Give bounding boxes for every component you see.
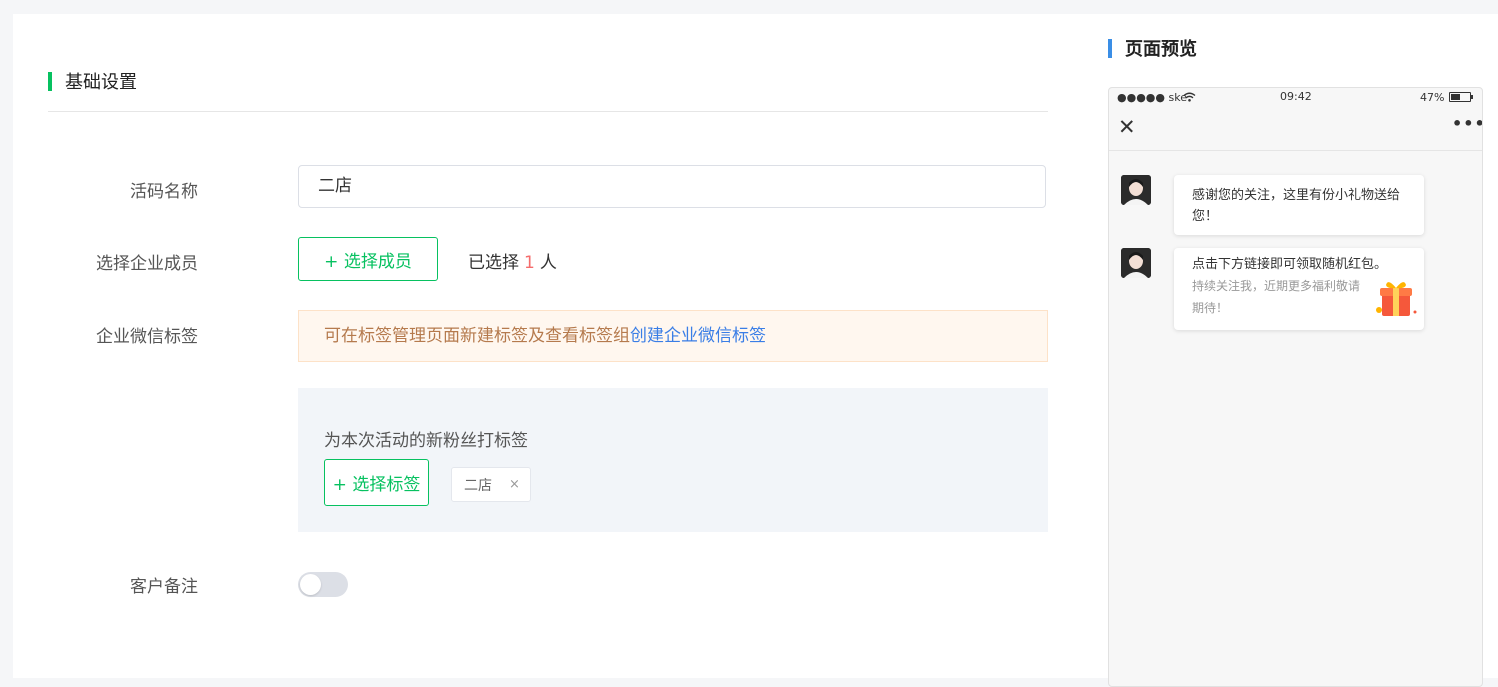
remark-toggle[interactable] [298,572,348,597]
notice-text: 可在标签管理页面新建标签及查看标签组 [324,326,630,346]
select-tag-button[interactable]: + 选择标签 [324,459,429,506]
preview-title: 页面预览 [1125,39,1197,60]
status-time: 09:42 [1280,90,1312,103]
message-bubble: 感谢您的关注，这里有份小礼物送给您！ [1174,175,1424,235]
preview-accent-bar [1108,38,1112,58]
carrier-label: ●●●●● ske [1117,91,1187,104]
tag-chip: 二店 × [451,467,531,502]
phone-preview: ●●●●● ske 09:42 47% ✕ ••• 感谢您的关注，这里有份小礼物… [1108,87,1483,687]
tag-chip-label: 二店 [464,477,492,494]
selected-count-text: 已选择 1 人 [468,248,557,273]
tag-label: 企业微信标签 [96,327,198,347]
link-message-bubble[interactable]: 点击下方链接即可领取随机红包。 持续关注我，近期更多福利敬请期待！ [1174,248,1424,330]
toggle-knob [300,574,321,595]
preview-header: 页面预览 [1108,37,1197,60]
wifi-icon [1183,92,1196,102]
status-bar: ●●●●● ske 09:42 47% [1109,88,1482,108]
battery-percent: 47% [1420,91,1445,104]
selected-count-number: 1 [524,253,535,273]
tag-notice: 可在标签管理页面新建标签及查看标签组创建企业微信标签 [298,310,1048,362]
carrier-text: ●●●●● ske [1117,91,1187,104]
name-input[interactable]: 二店 [298,165,1046,208]
remark-label: 客户备注 [130,577,198,597]
section-divider [48,111,1048,112]
section-header: 基础设置 [48,70,137,93]
section-title: 基础设置 [65,72,137,93]
tag-box-title: 为本次活动的新粉丝打标签 [324,431,528,451]
create-tag-link[interactable]: 创建企业微信标签 [630,326,766,346]
link-message-subtitle: 持续关注我，近期更多福利敬请期待！ [1192,279,1361,315]
nav-bar: ✕ ••• [1109,108,1482,151]
avatar [1121,248,1151,278]
battery-icon [1449,92,1473,102]
close-icon[interactable]: ✕ [1118,115,1136,139]
member-label: 选择企业成员 [96,254,198,274]
more-icon[interactable]: ••• [1452,114,1482,133]
tag-box: 为本次活动的新粉丝打标签 + 选择标签 二店 × [298,388,1048,532]
avatar [1121,175,1151,205]
tag-remove-icon[interactable]: × [509,477,520,492]
selected-prefix: 已选择 [468,253,519,273]
message-text: 感谢您的关注，这里有份小礼物送给您！ [1192,188,1401,224]
section-accent-bar [48,71,52,91]
select-member-button[interactable]: + 选择成员 [298,237,438,281]
gift-icon [1376,282,1417,316]
link-message-title: 点击下方链接即可领取随机红包。 [1192,257,1388,272]
selected-suffix: 人 [539,253,557,273]
name-label: 活码名称 [130,182,198,202]
